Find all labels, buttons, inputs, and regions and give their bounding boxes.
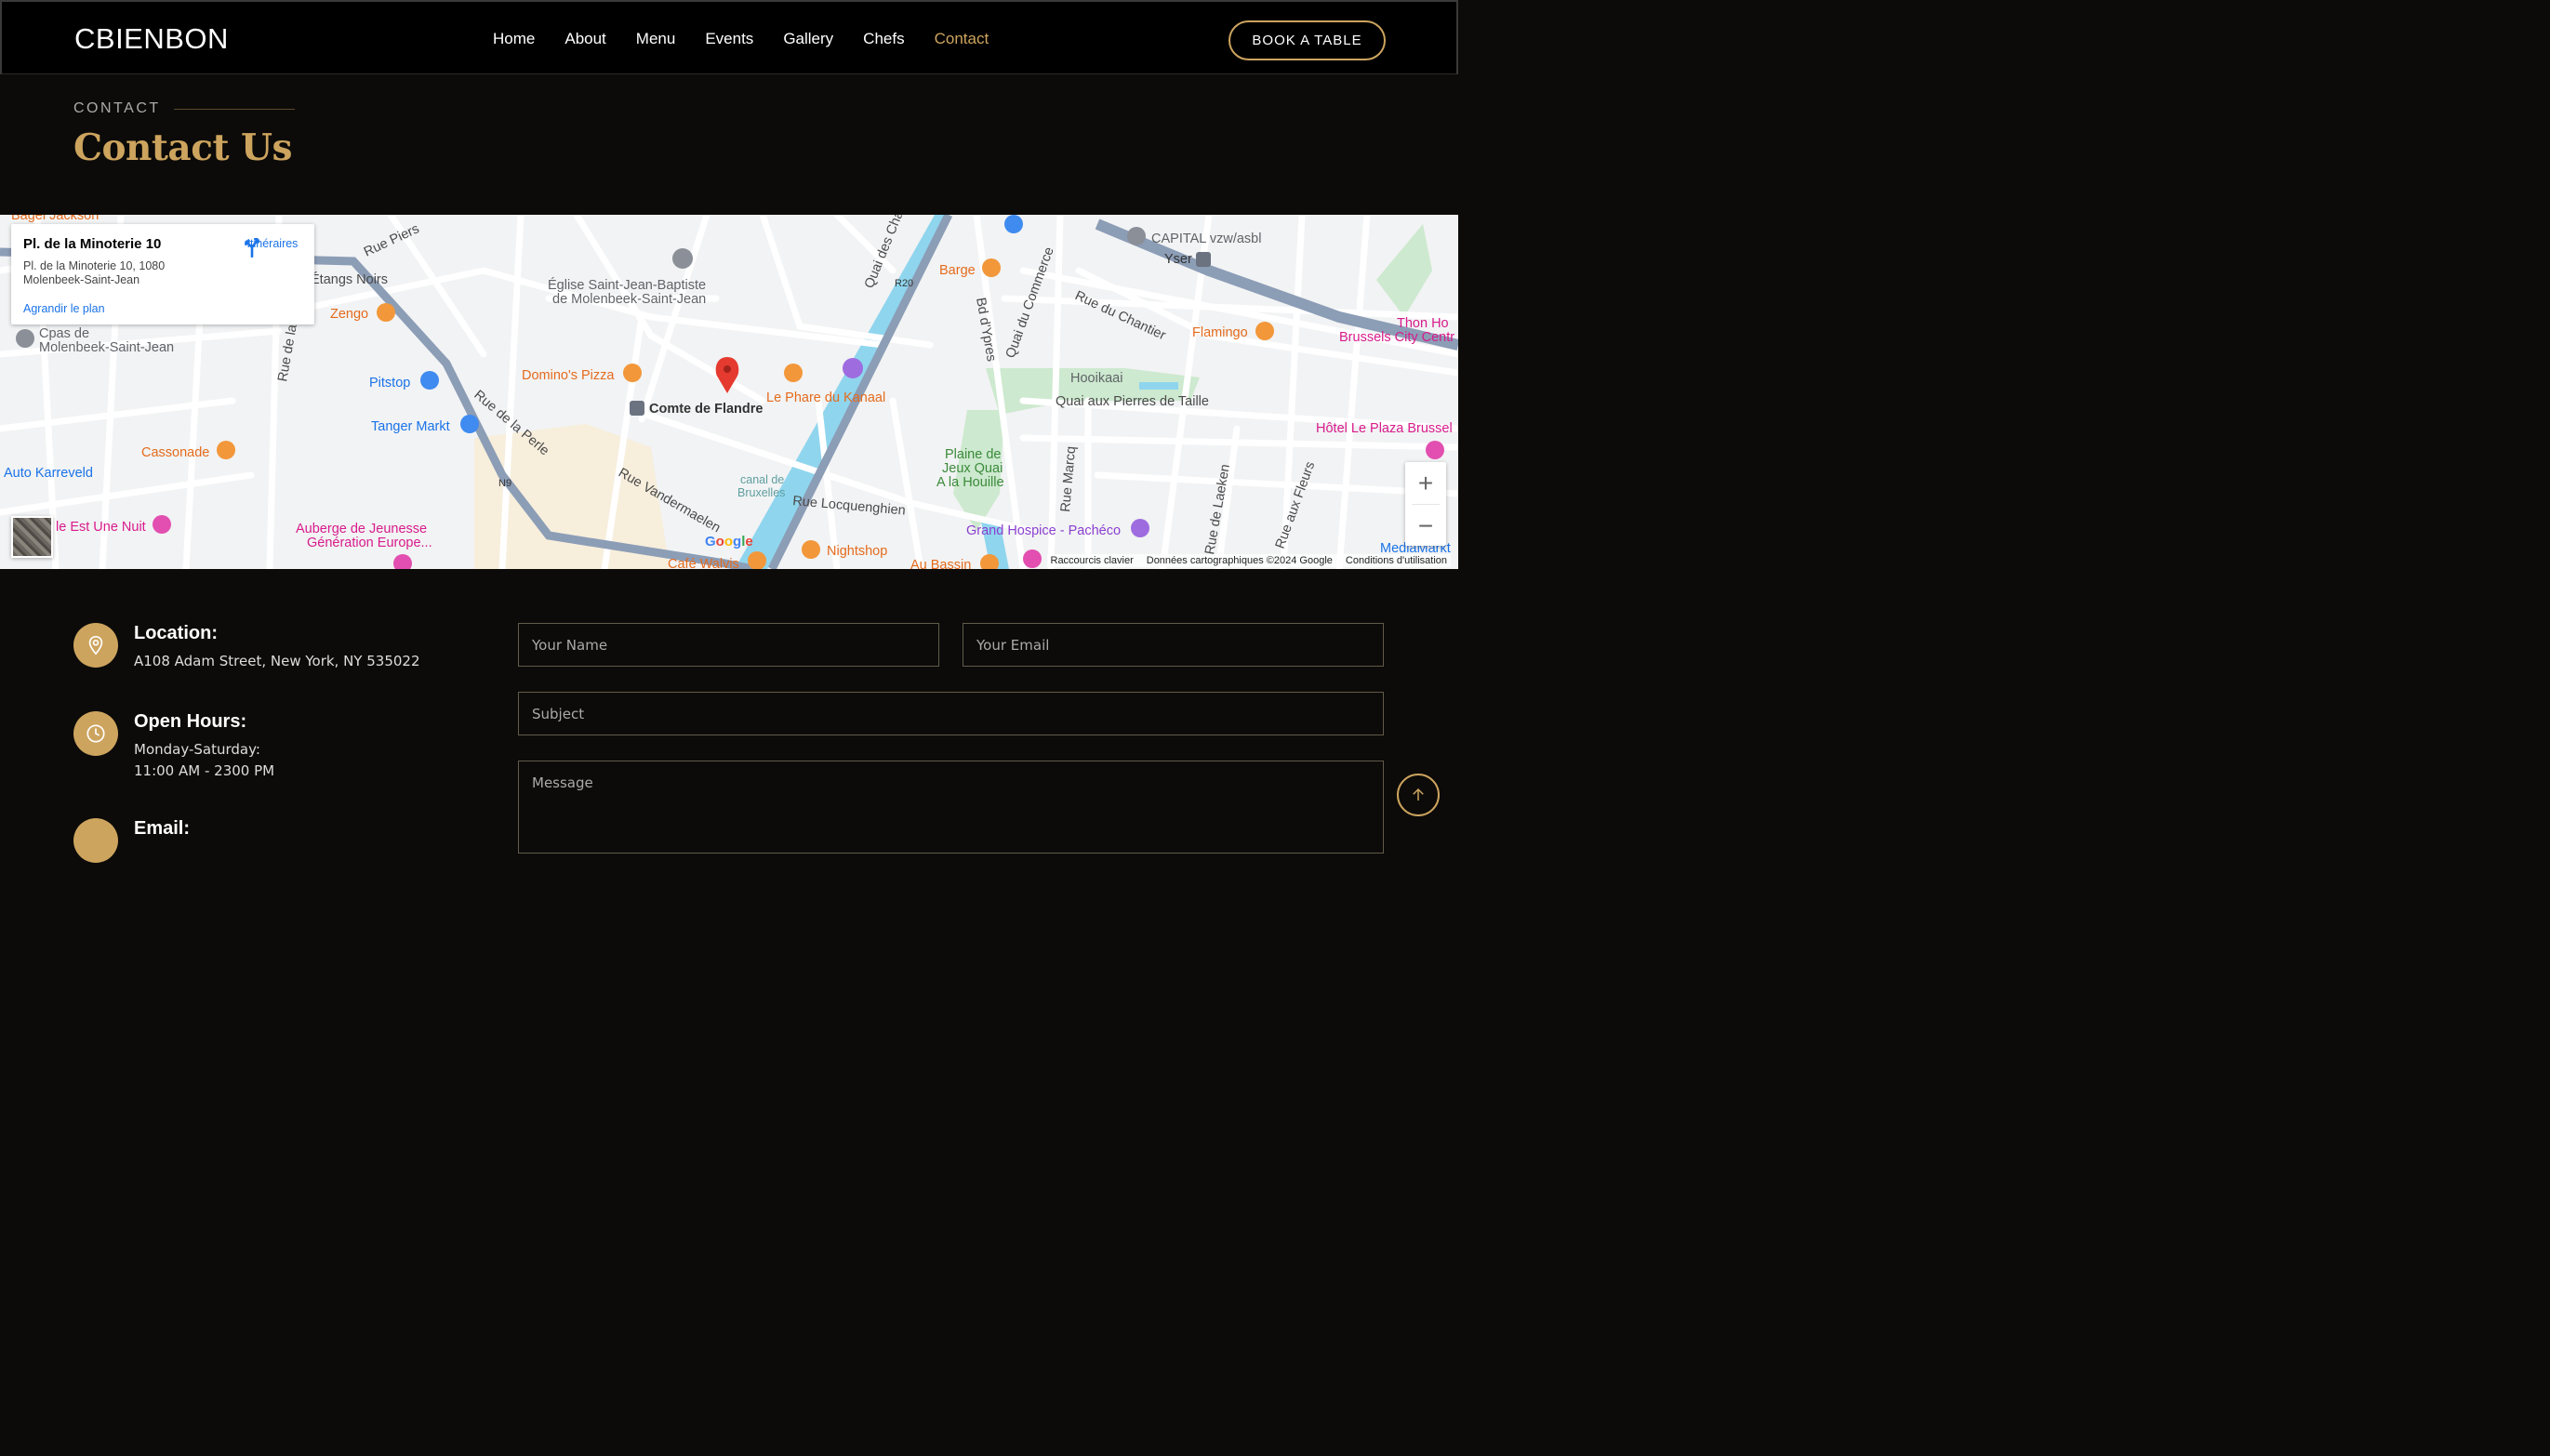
enlarge-map-link[interactable]: Agrandir le plan xyxy=(23,302,105,315)
site-logo[interactable]: CBIENBON xyxy=(74,22,229,56)
map-label: Hooikaai xyxy=(1070,371,1122,386)
map-label: Tanger Markt xyxy=(371,419,450,434)
map-label: Pitstop xyxy=(369,376,410,390)
directions-icon xyxy=(245,238,259,258)
nav-events[interactable]: Events xyxy=(705,30,753,48)
place-info-card: Pl. de la Minoterie 10 Pl. de la Minoter… xyxy=(11,224,314,324)
email-title: Email: xyxy=(134,818,191,839)
map-label: Yser xyxy=(1164,252,1192,267)
satellite-layer-toggle[interactable] xyxy=(11,516,53,558)
back-to-top-button[interactable] xyxy=(1397,774,1440,816)
section-eyebrow-text: CONTACT xyxy=(73,100,161,116)
map-label: Bagel Jackson xyxy=(11,215,99,223)
google-logo: Google xyxy=(705,534,753,549)
subject-field[interactable] xyxy=(518,692,1384,735)
hours-line1: Monday-Saturday: xyxy=(134,741,260,758)
zoom-controls: + − xyxy=(1405,462,1446,546)
map-label: le Est Une Nuit xyxy=(56,520,146,535)
email-field[interactable] xyxy=(963,623,1384,667)
map-label: Au Bassin xyxy=(910,558,971,569)
map-park xyxy=(1376,224,1432,317)
map-label: CAPITAL vzw/asbl xyxy=(1151,232,1261,246)
hours-title: Open Hours: xyxy=(134,711,247,732)
map-label: Nightshop xyxy=(827,544,887,559)
map-label: Génération Europe... xyxy=(307,536,432,550)
map-label: Rue aux Fleurs xyxy=(1273,459,1319,550)
map-label: Auto Karreveld xyxy=(4,466,93,481)
nav-contact[interactable]: Contact xyxy=(935,30,989,48)
map-label: de Molenbeek-Saint-Jean xyxy=(552,292,706,307)
map-label: N9 xyxy=(498,478,511,489)
map-label: Église Saint-Jean-Baptiste xyxy=(548,277,706,293)
location-pin-icon xyxy=(73,623,118,668)
google-logo-letter: e xyxy=(745,534,753,549)
map-label: Cpas de xyxy=(39,326,89,341)
book-table-button[interactable]: BOOK A TABLE xyxy=(1229,20,1386,60)
map-attribution: Raccourcis clavier Données cartographiqu… xyxy=(1046,554,1451,567)
email-icon xyxy=(73,818,118,863)
embedded-map[interactable]: Bagel Jackson Étangs Noirs Zengo Cpas de… xyxy=(0,215,1458,569)
location-text: A108 Adam Street, New York, NY 535022 xyxy=(134,653,420,669)
section-eyebrow: CONTACT xyxy=(73,100,295,117)
hours-line2: 11:00 AM - 2300 PM xyxy=(134,762,275,779)
map-label: Bruxelles xyxy=(737,486,785,499)
map-label: Rue Piers xyxy=(362,221,421,259)
map-label: Brussels City Centr xyxy=(1339,330,1454,345)
google-logo-letter: g xyxy=(733,534,742,549)
map-label: Le Phare du Kanaal xyxy=(766,390,885,405)
map-label: Molenbeek-Saint-Jean xyxy=(39,340,174,355)
map-label: Flamingo xyxy=(1192,325,1248,340)
message-field[interactable] xyxy=(518,761,1384,854)
name-field[interactable] xyxy=(518,623,939,667)
section-title: CONTACT Contact Us xyxy=(73,100,295,169)
site-header: CBIENBON Home About Menu Events Gallery … xyxy=(0,0,1458,74)
eyebrow-divider xyxy=(173,108,295,110)
map-label: Quai aux Pierres de Taille xyxy=(1056,394,1209,409)
map-label: Rue Marcq xyxy=(1058,445,1079,512)
map-label: Barge xyxy=(939,263,976,278)
map-label: R20 xyxy=(895,278,913,289)
map-label: Zengo xyxy=(330,307,368,322)
nav-menu[interactable]: Menu xyxy=(636,30,676,48)
page-title: Contact Us xyxy=(73,126,292,169)
place-address: Pl. de la Minoterie 10, 1080 Molenbeek-S… xyxy=(23,259,209,287)
zoom-out-button[interactable]: − xyxy=(1405,505,1446,547)
map-label: Cassonade xyxy=(141,445,209,460)
map-water xyxy=(1139,382,1178,390)
location-title: Location: xyxy=(134,623,218,643)
zoom-in-button[interactable]: + xyxy=(1405,462,1446,504)
map-label: Grand Hospice - Pachéco xyxy=(966,523,1121,538)
map-label: Café Walvis xyxy=(668,557,739,569)
google-logo-letter: o xyxy=(724,534,734,549)
arrow-up-icon xyxy=(1413,788,1424,801)
nav-about[interactable]: About xyxy=(564,30,605,48)
place-address-line1: Pl. de la Minoterie 10, 1080 xyxy=(23,259,166,272)
terms-link[interactable]: Conditions d'utilisation xyxy=(1346,555,1447,566)
place-title: Pl. de la Minoterie 10 xyxy=(23,236,162,252)
hours-text: Monday-Saturday: 11:00 AM - 2300 PM xyxy=(134,739,274,782)
nav-home[interactable]: Home xyxy=(493,30,535,48)
keyboard-shortcuts-link[interactable]: Raccourcis clavier xyxy=(1051,555,1134,566)
main-nav: Home About Menu Events Gallery Chefs Con… xyxy=(493,30,1018,48)
map-label: Hôtel Le Plaza Brussel xyxy=(1316,421,1453,436)
nav-gallery[interactable]: Gallery xyxy=(783,30,833,48)
map-label: Plaine de xyxy=(945,447,1001,462)
map-data-credit: Données cartographiques ©2024 Google xyxy=(1146,555,1333,566)
google-logo-letter: o xyxy=(715,534,724,549)
map-label: A la Houille xyxy=(936,475,1004,490)
nav-chefs[interactable]: Chefs xyxy=(863,30,904,48)
map-label: Thon Ho xyxy=(1397,316,1449,331)
map-label: Auberge de Jeunesse xyxy=(296,522,427,536)
place-address-line2: Molenbeek-Saint-Jean xyxy=(23,273,140,286)
google-logo-letter: G xyxy=(705,534,716,549)
map-label: Jeux Quai xyxy=(942,461,1003,476)
clock-icon xyxy=(73,711,118,756)
map-label: Domino's Pizza xyxy=(522,368,615,383)
map-label: canal de xyxy=(740,473,784,486)
directions-button[interactable]: Itinéraires xyxy=(240,235,305,258)
map-label: Comte de Flandre xyxy=(649,402,763,417)
map-label: Étangs Noirs xyxy=(311,271,388,287)
